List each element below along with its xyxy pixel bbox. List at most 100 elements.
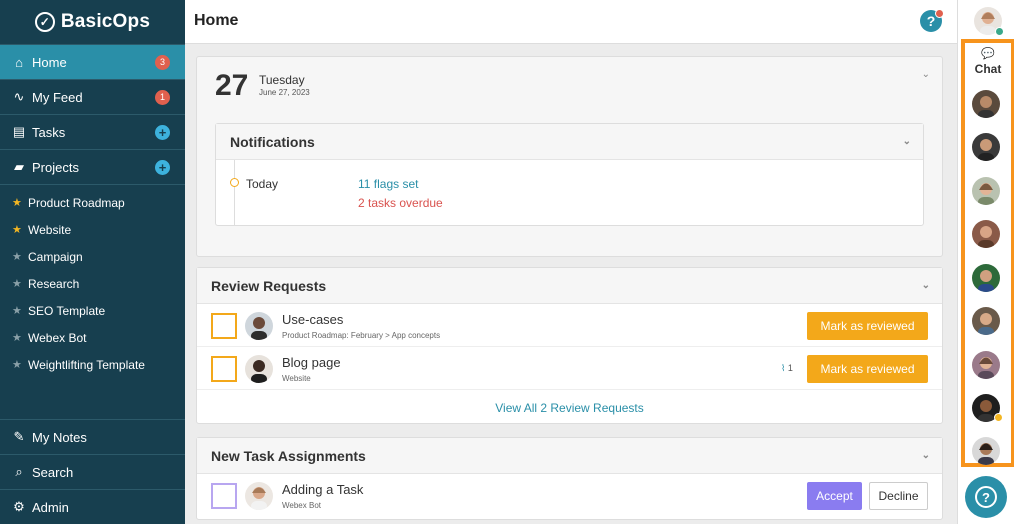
project-label: Campaign — [28, 249, 83, 264]
overdue-link[interactable]: 2 tasks overdue — [358, 196, 443, 210]
project-item[interactable]: ★ Webex Bot — [0, 324, 185, 351]
chat-label[interactable]: Chat — [965, 62, 1011, 76]
review-requests-title: Review Requests — [211, 277, 327, 294]
chat-contact-avatar[interactable] — [972, 90, 1000, 118]
app-logo[interactable]: ✓ BasicOps — [0, 0, 185, 44]
chat-contact-avatar[interactable] — [972, 264, 1000, 292]
today-card: 27 Tuesday June 27, 2023 ⌄ Notifications… — [196, 56, 943, 257]
star-icon[interactable]: ★ — [12, 304, 24, 317]
nav-my-feed-label: My Feed — [32, 89, 83, 105]
nav-admin-label: Admin — [32, 499, 69, 515]
chevron-down-icon[interactable]: ⌄ — [922, 450, 930, 461]
star-icon[interactable]: ★ — [12, 277, 24, 290]
attachment-count[interactable]: ⌇ 1 — [781, 363, 793, 374]
project-item[interactable]: ★ Product Roadmap — [0, 189, 185, 216]
task-assignments-card: New Task Assignments ⌄ Adding a Task Web… — [196, 437, 943, 520]
top-header: Home ? — [185, 0, 957, 44]
assignment-checkbox[interactable] — [211, 483, 237, 509]
review-path: Website — [282, 374, 311, 383]
nav-my-notes[interactable]: ✎ My Notes — [0, 419, 185, 454]
add-task-icon[interactable]: + — [155, 124, 170, 140]
timeline-line — [234, 160, 235, 226]
review-path: Product Roadmap: February > App concepts — [282, 331, 441, 340]
review-title[interactable]: Use-cases — [282, 312, 343, 327]
chat-panel: 💬 Chat — [961, 39, 1014, 467]
nav-home[interactable]: ⌂ Home 3 — [0, 44, 185, 79]
project-item[interactable]: ★ Research — [0, 270, 185, 297]
nav-tasks[interactable]: ▤ Tasks + — [0, 114, 185, 149]
avatar — [245, 482, 273, 510]
chevron-down-icon[interactable]: ⌄ — [922, 280, 930, 291]
chat-contact-avatar[interactable] — [972, 177, 1000, 205]
review-row[interactable]: Use-cases Product Roadmap: February > Ap… — [197, 304, 942, 347]
page-title: Home — [194, 12, 239, 29]
task-assignments-header[interactable]: New Task Assignments ⌄ — [197, 438, 942, 474]
home-badge: 3 — [155, 54, 170, 70]
review-checkbox[interactable] — [211, 356, 237, 382]
decline-button[interactable]: Decline — [869, 482, 928, 510]
chat-contact-avatar[interactable] — [972, 351, 1000, 379]
review-checkbox[interactable] — [211, 313, 237, 339]
notifications-header[interactable]: Notifications ⌄ — [216, 124, 923, 160]
check-circle-icon: ✓ — [34, 12, 55, 32]
review-row[interactable]: Blog page Website ⌇ 1 Mark as reviewed — [197, 347, 942, 390]
chat-contact-avatar[interactable] — [972, 220, 1000, 248]
chevron-down-icon[interactable]: ⌄ — [922, 69, 930, 80]
chat-bubble-icon[interactable]: 💬 — [965, 47, 1011, 60]
assignment-project: Webex Bot — [282, 501, 321, 510]
star-icon[interactable]: ★ — [12, 196, 24, 209]
feed-badge: 1 — [155, 89, 170, 105]
star-icon[interactable]: ★ — [12, 223, 24, 236]
home-icon: ⌂ — [15, 54, 23, 70]
chat-contact-avatar[interactable] — [972, 307, 1000, 335]
review-title[interactable]: Blog page — [282, 355, 341, 370]
chevron-down-icon[interactable]: ⌄ — [903, 136, 911, 147]
project-item[interactable]: ★ Weightlifting Template — [0, 351, 185, 378]
day-number: 27 — [215, 69, 249, 102]
task-assignments-title: New Task Assignments — [211, 447, 366, 464]
mark-as-reviewed-button[interactable]: Mark as reviewed — [807, 312, 928, 340]
project-label: Product Roadmap — [28, 195, 125, 210]
nav-admin[interactable]: ⚙ Admin — [0, 489, 185, 524]
accept-button[interactable]: Accept — [807, 482, 862, 510]
project-item[interactable]: ★ Website — [0, 216, 185, 243]
full-date: June 27, 2023 — [259, 88, 310, 97]
search-icon: ⌕ — [15, 464, 23, 479]
add-project-icon[interactable]: + — [155, 159, 170, 175]
project-label: Research — [28, 276, 80, 291]
notification-date: Today — [246, 177, 279, 191]
nav-my-notes-label: My Notes — [32, 429, 87, 445]
chat-contact-avatar[interactable] — [972, 437, 1000, 465]
star-icon[interactable]: ★ — [12, 358, 24, 371]
assignment-row[interactable]: Adding a Task Webex Bot Accept Decline — [197, 474, 942, 517]
nav-search[interactable]: ⌕ Search — [0, 454, 185, 489]
review-requests-header[interactable]: Review Requests ⌄ — [197, 268, 942, 304]
away-status-dot — [994, 413, 1003, 422]
nav-projects[interactable]: ▰ Projects + — [0, 149, 185, 184]
help-chat-button[interactable]: ? — [965, 476, 1007, 518]
notifications-title: Notifications — [230, 133, 315, 150]
timeline-dot — [230, 178, 239, 187]
chat-contact-avatar[interactable] — [972, 133, 1000, 161]
view-all-reviews-link[interactable]: View All 2 Review Requests — [197, 401, 942, 415]
project-item[interactable]: ★ SEO Template — [0, 297, 185, 324]
clipboard-icon: ▤ — [12, 124, 26, 139]
flags-link[interactable]: 11 flags set — [358, 177, 418, 191]
avatar — [245, 312, 273, 340]
app-name: BasicOps — [60, 11, 151, 32]
star-icon[interactable]: ★ — [12, 331, 24, 344]
nav-tasks-label: Tasks — [32, 124, 66, 140]
avatar — [245, 355, 273, 383]
sidebar: ✓ BasicOps ⌂ Home 3 ∿ My Feed 1 ▤ Tasks … — [0, 0, 185, 524]
paperclip-icon: ⌇ — [781, 363, 786, 373]
nav-projects-label: Projects — [32, 159, 79, 175]
attachment-number: 1 — [787, 363, 793, 373]
assignment-title[interactable]: Adding a Task — [282, 482, 363, 497]
nav-my-feed[interactable]: ∿ My Feed 1 — [0, 79, 185, 114]
gear-icon: ⚙ — [13, 499, 25, 514]
project-item[interactable]: ★ Campaign — [0, 243, 185, 270]
star-icon[interactable]: ★ — [12, 250, 24, 263]
notifications-panel: Notifications ⌄ Today 11 flags set 2 tas… — [215, 123, 924, 226]
folder-icon: ▰ — [14, 159, 24, 174]
mark-as-reviewed-button[interactable]: Mark as reviewed — [807, 355, 928, 383]
